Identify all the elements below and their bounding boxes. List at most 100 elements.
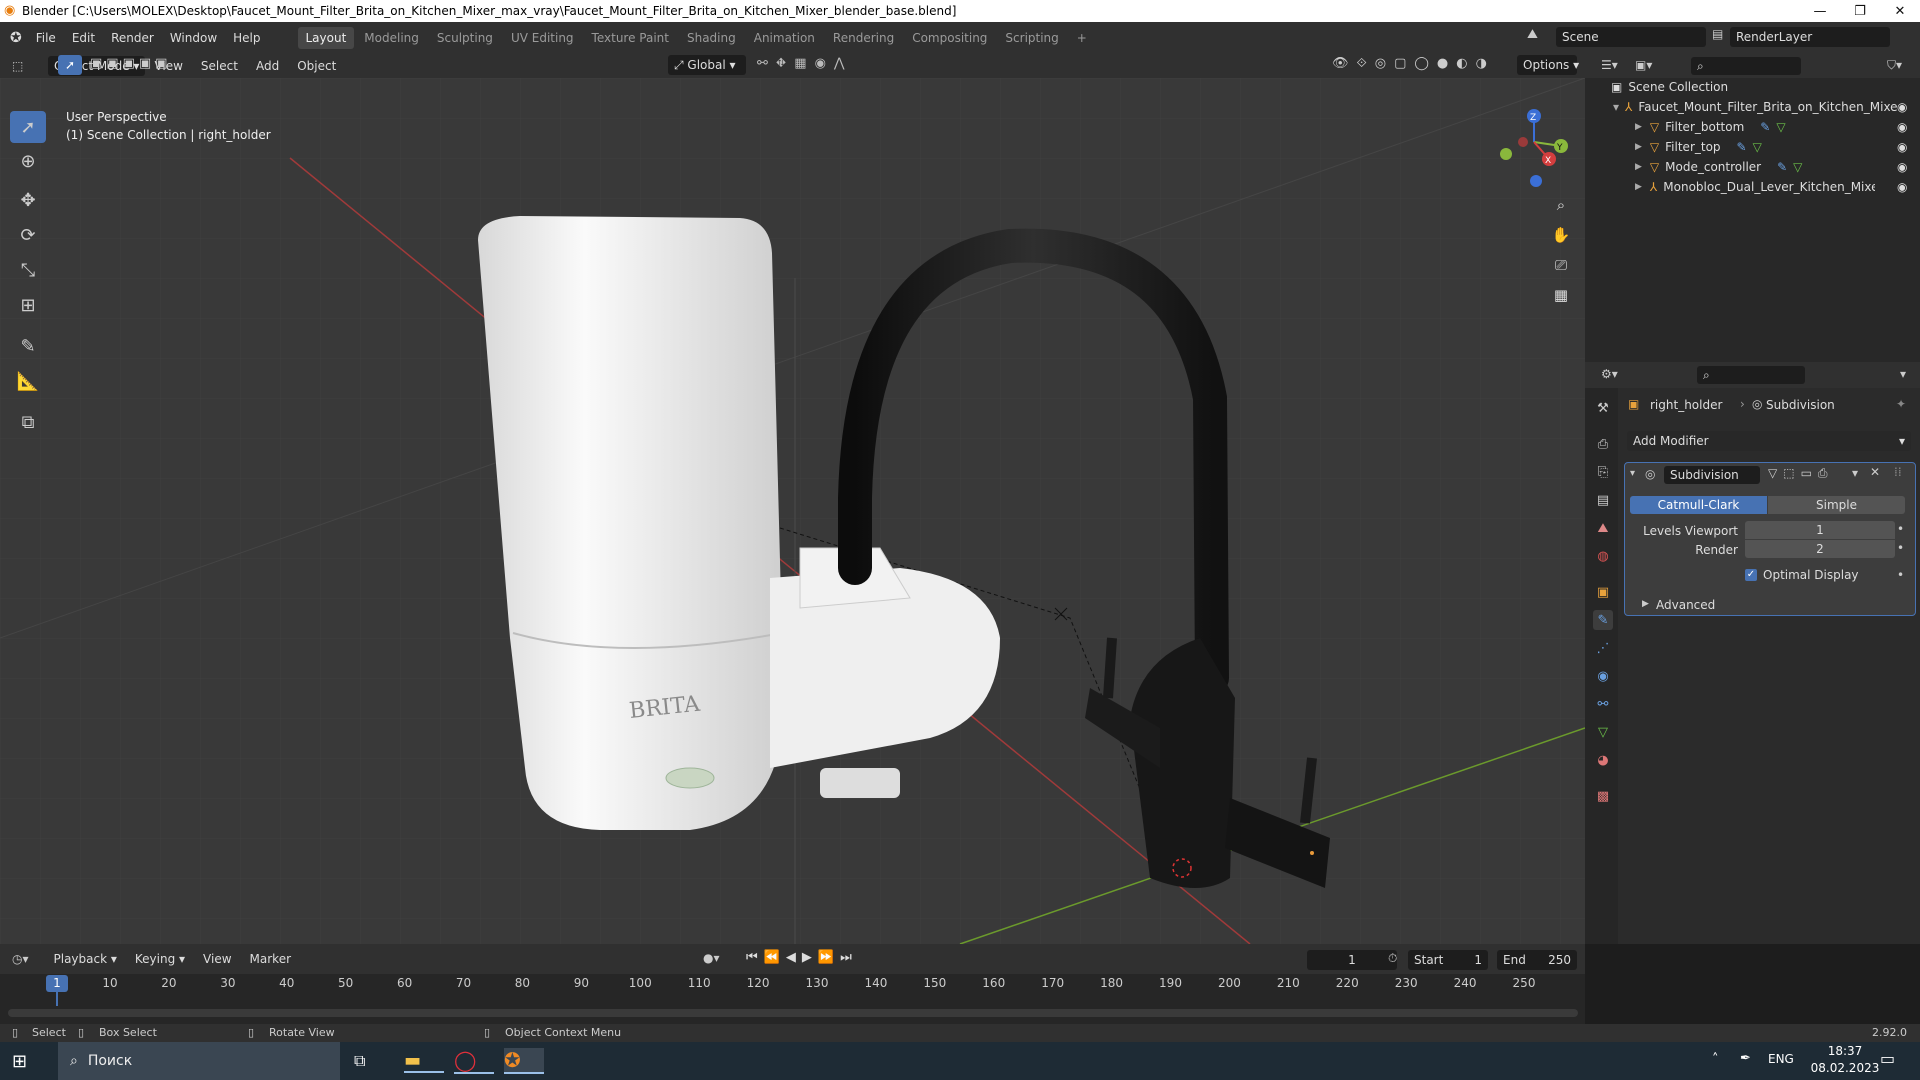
blender-menu-icon[interactable]: ✪ — [10, 30, 22, 46]
outliner-editor-icon[interactable]: ☰▾ — [1601, 58, 1618, 72]
levels-viewport-field[interactable]: 1 — [1745, 521, 1895, 539]
notifications-icon[interactable]: ▭ — [1880, 1049, 1895, 1068]
rotate-tool-icon[interactable]: ⟳ — [10, 219, 46, 251]
pin-icon[interactable]: ✦ — [1896, 397, 1906, 411]
viewport-menu-select[interactable]: Select — [192, 59, 247, 73]
tab-animation[interactable]: Animation — [746, 27, 823, 49]
modifier-toggle-icons[interactable]: ▽⬚▭⎙ — [1768, 466, 1834, 481]
record-icon[interactable]: ●▾ — [703, 951, 720, 965]
keyframe-dot-icon[interactable]: • — [1897, 522, 1904, 536]
outliner-row-filter-bottom[interactable]: ▶ ▽ Filter_bottom ✎ ▽ ◉ — [1585, 117, 1920, 137]
tab-compositing[interactable]: Compositing — [904, 27, 995, 49]
taskbar-search-box[interactable]: ⌕ Поиск — [58, 1042, 340, 1080]
tab-shading[interactable]: Shading — [679, 27, 744, 49]
current-frame-field[interactable]: 1 — [1307, 950, 1397, 970]
menu-window[interactable]: Window — [162, 31, 225, 45]
zoom-icon[interactable]: ⌕ — [1548, 192, 1574, 218]
optimal-display-checkbox[interactable]: ✓ Optimal Display — [1745, 568, 1859, 582]
texture-tab-icon[interactable]: ▩ — [1593, 786, 1613, 806]
tab-rendering[interactable]: Rendering — [825, 27, 902, 49]
scale-tool-icon[interactable]: ⤡ — [10, 254, 46, 286]
menu-file[interactable]: File — [28, 31, 64, 45]
add-modifier-dropdown[interactable]: Add Modifier ▾ — [1627, 431, 1911, 451]
render-tab-icon[interactable]: ⎙ — [1593, 434, 1613, 454]
modifiers-tab-icon[interactable]: ✎ — [1593, 610, 1613, 630]
modifier-name-input[interactable]: Subdivision — [1664, 466, 1760, 484]
expand-arrow-icon[interactable]: ▶ — [1635, 142, 1642, 152]
move-tool-icon[interactable]: ✥ — [10, 184, 46, 216]
outliner-row-mixer[interactable]: ▶ ⅄ Monobloc_Dual_Lever_Kitchen_Mixer_Ta… — [1585, 177, 1920, 197]
language-indicator[interactable]: ENG — [1768, 1052, 1794, 1066]
gizmo-x-label[interactable]: X — [1545, 156, 1551, 166]
outliner-row-filter-top[interactable]: ▶ ▽ Filter_top ✎ ▽ ◉ — [1585, 137, 1920, 157]
selection-modes-icon[interactable]: ▣▣▣▣▣ — [90, 56, 171, 71]
expand-arrow-icon[interactable]: ▶ — [1642, 599, 1649, 609]
expand-arrow-icon[interactable]: ▶ — [1635, 182, 1642, 192]
pan-hand-icon[interactable]: ✋ — [1548, 222, 1574, 248]
visibility-eye-icon[interactable]: ◉ — [1897, 180, 1907, 194]
close-button[interactable]: ✕ — [1880, 0, 1920, 22]
catmull-clark-button[interactable]: Catmull-Clark — [1630, 496, 1767, 514]
start-frame-field[interactable]: Start 1 — [1408, 950, 1488, 970]
scene-selector[interactable]: Scene — [1556, 27, 1706, 47]
visibility-eye-icon[interactable]: ◉ — [1897, 120, 1907, 134]
viewport-menu-object[interactable]: Object — [288, 59, 345, 73]
world-tab-icon[interactable]: ◍ — [1593, 546, 1613, 566]
transform-tool-icon[interactable]: ⊞ — [10, 289, 46, 321]
collapse-arrow-icon[interactable]: ▾ — [1630, 468, 1635, 479]
add-cube-tool-icon[interactable]: ⧉ — [10, 406, 46, 438]
playback-controls-icons[interactable]: ⏮⏪◀▶⏩⏭ — [746, 950, 858, 965]
outliner-row-collection[interactable]: ▾ ⅄ Faucet_Mount_Filter_Brita_on_Kitchen… — [1585, 97, 1920, 117]
filter-icon[interactable]: ⛉▾ — [1887, 58, 1902, 73]
timeline-menu-keying[interactable]: Keying ▾ — [126, 952, 194, 966]
3d-viewport[interactable]: BRITA Z Y X User Perspective (1) Scene C… — [0, 78, 1585, 944]
menu-help[interactable]: Help — [225, 31, 268, 45]
viewport-menu-add[interactable]: Add — [247, 59, 288, 73]
tab-layout[interactable]: Layout — [297, 27, 355, 49]
select-mode-icon[interactable]: ➚ — [58, 55, 82, 75]
properties-search-input[interactable]: ⌕ — [1697, 366, 1805, 384]
cursor-tool-icon[interactable]: ⊕ — [10, 145, 46, 177]
physics-tab-icon[interactable]: ◉ — [1593, 666, 1613, 686]
advanced-subpanel-label[interactable]: Advanced — [1656, 598, 1715, 612]
constraints-tab-icon[interactable]: ⚯ — [1593, 694, 1613, 714]
tab-uv-editing[interactable]: UV Editing — [503, 27, 582, 49]
select-box-tool-icon[interactable]: ➚ — [10, 111, 46, 143]
camera-view-icon[interactable]: ⎚ — [1548, 252, 1574, 278]
visibility-eye-icon[interactable]: ◉ — [1897, 160, 1907, 174]
timeline-editor-icon[interactable]: ◷▾ — [12, 952, 29, 966]
clock-time[interactable]: 18:37 — [1810, 1044, 1880, 1058]
render-levels-field[interactable]: 2 — [1745, 540, 1895, 558]
timeline-scrollbar[interactable] — [8, 1009, 1578, 1017]
mesh-data-tab-icon[interactable]: ▽ — [1593, 722, 1613, 742]
task-view-icon[interactable]: ⧉ — [354, 1051, 390, 1071]
outliner-search-input[interactable]: ⌕ — [1691, 57, 1801, 75]
output-tab-icon[interactable]: ⎘ — [1593, 462, 1613, 482]
simple-button[interactable]: Simple — [1768, 496, 1905, 514]
expand-arrow-icon[interactable]: ▶ — [1635, 122, 1642, 132]
file-explorer-icon[interactable]: ▬ — [404, 1050, 444, 1073]
tab-texture-paint[interactable]: Texture Paint — [584, 27, 677, 49]
expand-arrow-icon[interactable]: ▾ — [1613, 100, 1619, 114]
snapping-tools-icon[interactable]: ⚯⛖▦◉⋀ — [757, 56, 853, 71]
display-mode-icon[interactable]: ▣▾ — [1635, 58, 1652, 72]
properties-options-icon[interactable]: ▾ — [1900, 367, 1906, 381]
material-tab-icon[interactable]: ◕ — [1593, 750, 1613, 770]
timeline-menu-marker[interactable]: Marker — [241, 952, 300, 966]
timeline-menu-view[interactable]: View — [194, 952, 240, 966]
outliner-row-mode-controller[interactable]: ▶ ▽ Mode_controller ✎ ▽ ◉ — [1585, 157, 1920, 177]
visibility-eye-icon[interactable]: ◉ — [1897, 140, 1907, 154]
object-tab-icon[interactable]: ▣ — [1593, 582, 1613, 602]
clock-date[interactable]: 08.02.2023 — [1802, 1061, 1888, 1075]
remove-modifier-icon[interactable]: ✕ — [1870, 465, 1880, 479]
view-layer-selector[interactable]: RenderLayer — [1730, 27, 1890, 47]
gizmo-y-label[interactable]: Y — [1556, 143, 1563, 153]
tool-tab-icon[interactable]: ⚒ — [1593, 398, 1613, 418]
properties-editor-icon[interactable]: ⚙▾ — [1601, 367, 1618, 381]
drag-handle-icon[interactable]: ⁞⁞ — [1894, 465, 1902, 479]
pen-tray-icon[interactable]: ✒ — [1740, 1051, 1751, 1066]
particles-tab-icon[interactable]: ⋰ — [1593, 638, 1613, 658]
ortho-toggle-icon[interactable]: ▦ — [1548, 282, 1574, 308]
tab-sculpting[interactable]: Sculpting — [429, 27, 501, 49]
expand-arrow-icon[interactable]: ▶ — [1635, 162, 1642, 172]
